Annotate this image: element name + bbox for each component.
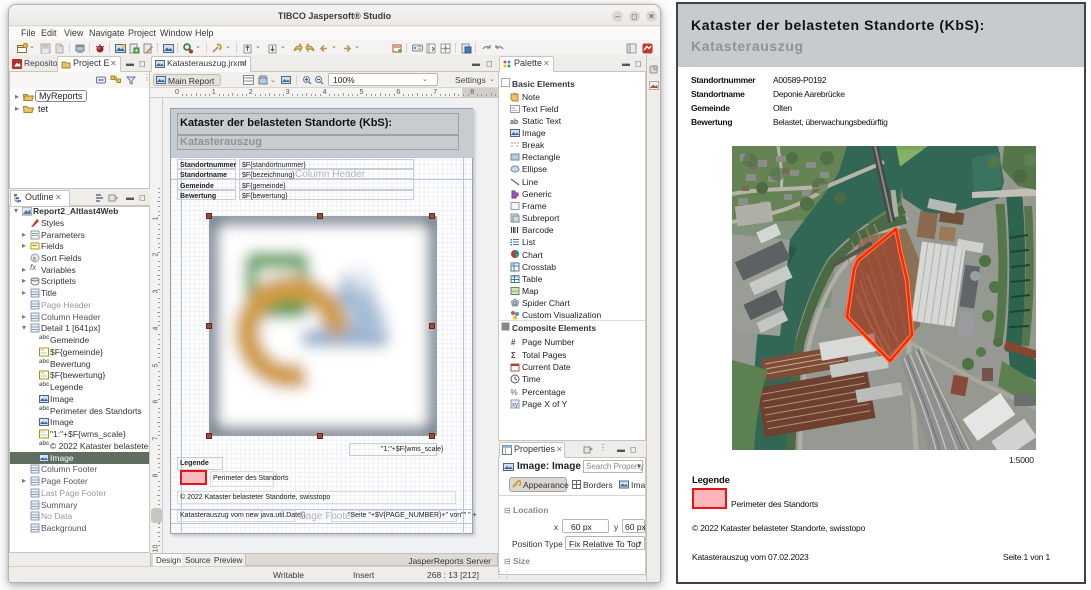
svg-text:#: # [511, 338, 516, 347]
svg-text:xy: xy [512, 402, 518, 408]
svg-text:ab: ab [510, 119, 518, 126]
svg-text:Σ: Σ [511, 351, 516, 360]
svg-text:%: % [511, 388, 518, 397]
